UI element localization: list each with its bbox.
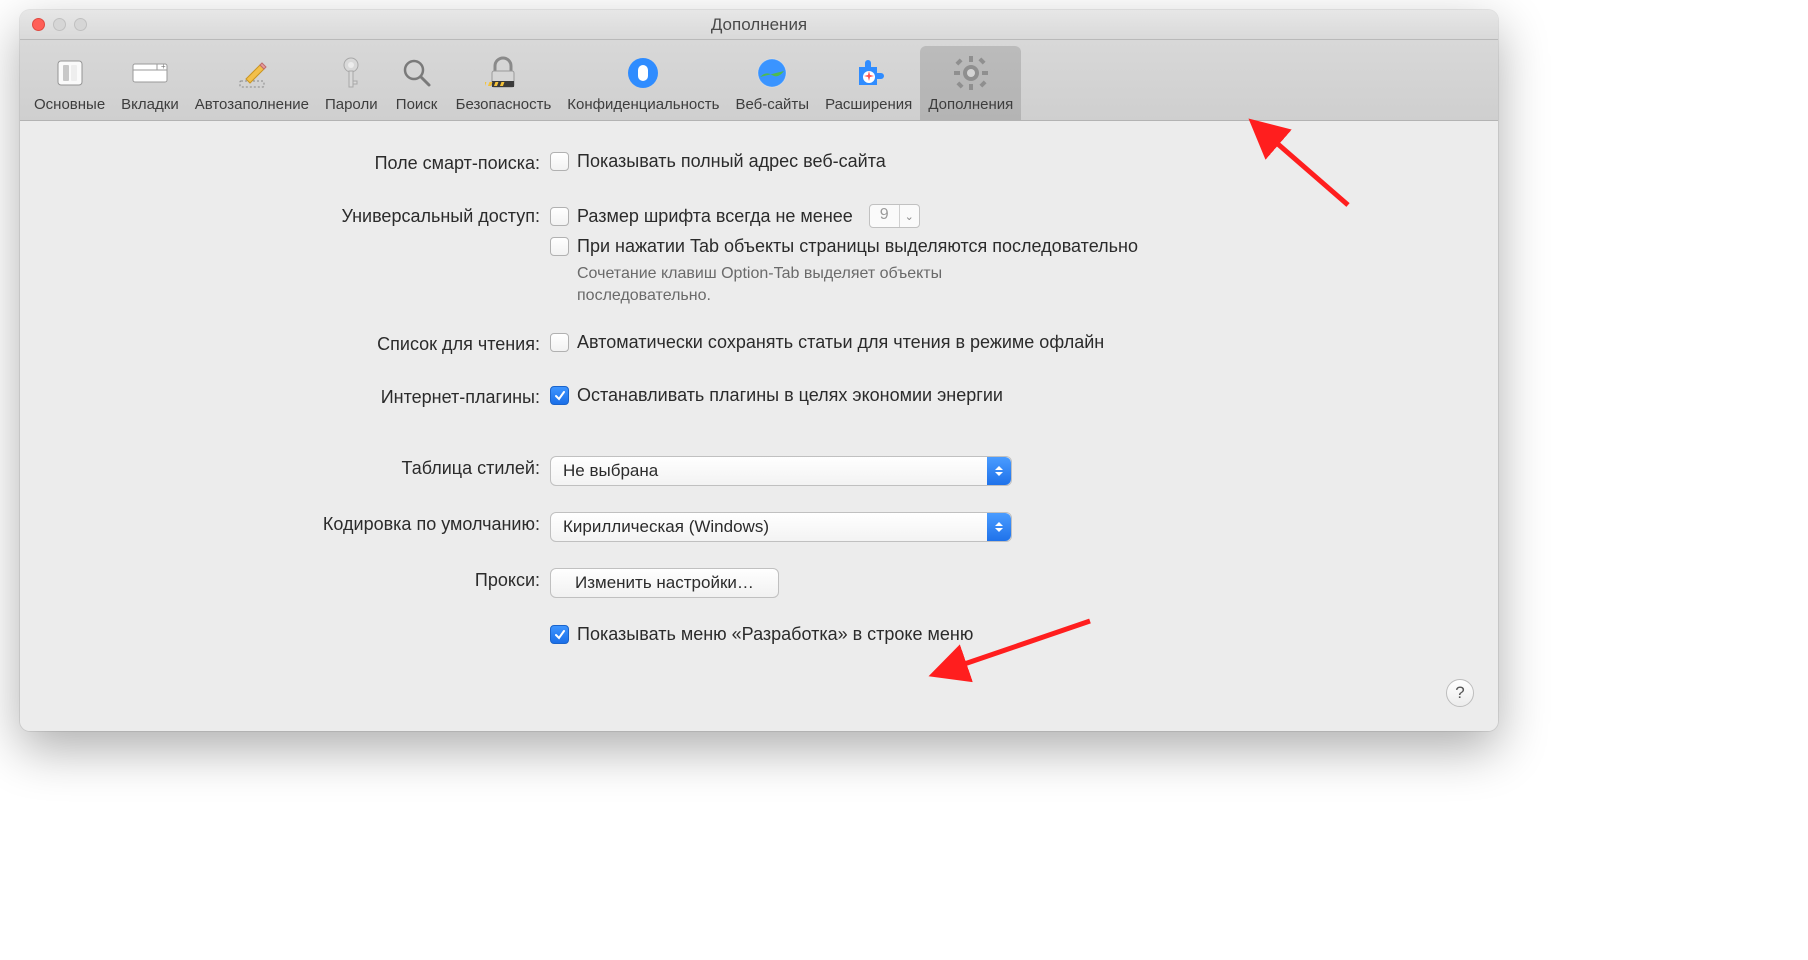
stop-plugins-label: Останавливать плагины в целях экономии э… [577,385,1003,406]
tab-tabs[interactable]: + Вкладки [113,46,187,120]
change-proxy-settings-button[interactable]: Изменить настройки… [550,568,779,598]
advanced-pane: Поле смарт-поиска: Показывать полный адр… [20,121,1498,731]
tab-websites[interactable]: Веб-сайты [727,46,817,120]
tab-advanced[interactable]: Дополнения [920,46,1021,120]
preferences-toolbar: Основные + Вкладки Автозаполнение Пароли [20,40,1498,121]
show-develop-menu-checkbox[interactable] [550,625,569,644]
tab-extensions[interactable]: Расширения [817,46,920,120]
auto-save-offline-label: Автоматически сохранять статьи для чтени… [577,332,1104,353]
encoding-select[interactable]: Кириллическая (Windows) [550,512,1012,542]
titlebar: Дополнения [20,10,1498,40]
tab-label: Вкладки [121,96,179,113]
tab-label: Пароли [325,96,378,113]
window-title: Дополнения [20,15,1498,35]
encoding-label: Кодировка по умолчанию: [60,512,550,535]
tab-label: Конфиденциальность [567,96,719,113]
tab-label: Безопасность [456,96,552,113]
tab-label: Дополнения [928,96,1013,113]
encoding-value: Кириллическая (Windows) [563,517,769,537]
close-window-button[interactable] [32,18,45,31]
stepper-button[interactable]: ⌄ [899,205,919,227]
stylesheet-label: Таблица стилей: [60,456,550,479]
show-full-url-label: Показывать полный адрес веб-сайта [577,151,886,172]
extensions-icon [846,50,892,96]
tab-passwords[interactable]: Пароли [317,46,386,120]
plugins-label: Интернет-плагины: [60,385,550,408]
gear-icon [948,50,994,96]
tab-label: Поиск [396,96,438,113]
svg-text:+: + [161,62,166,71]
select-handle-icon [987,513,1011,541]
show-develop-menu-label: Показывать меню «Разработка» в строке ме… [577,624,973,645]
min-font-size-stepper[interactable]: 9 ⌄ [869,204,920,228]
globe-icon [749,50,795,96]
tab-label: Веб-сайты [735,96,809,113]
button-label: Изменить настройки… [575,573,754,593]
zoom-window-button[interactable] [74,18,87,31]
minimize-window-button[interactable] [53,18,66,31]
key-icon [328,50,374,96]
tab-privacy[interactable]: Конфиденциальность [559,46,727,120]
select-handle-icon [987,457,1011,485]
help-button[interactable]: ? [1446,679,1474,707]
stylesheet-select[interactable]: Не выбрана [550,456,1012,486]
general-icon [47,50,93,96]
help-icon: ? [1455,683,1464,703]
tab-label: Основные [34,96,105,113]
tab-label: Автозаполнение [195,96,309,113]
auto-save-offline-checkbox[interactable] [550,333,569,352]
min-font-size-value: 9 [870,205,899,227]
tab-search[interactable]: Поиск [386,46,448,120]
tab-label: Расширения [825,96,912,113]
lock-icon [480,50,526,96]
reading-list-label: Список для чтения: [60,332,550,355]
tab-autofill[interactable]: Автозаполнение [187,46,317,120]
window-controls [20,18,87,31]
tabs-icon: + [127,50,173,96]
stop-plugins-checkbox[interactable] [550,386,569,405]
proxy-label: Прокси: [60,568,550,591]
privacy-icon [620,50,666,96]
show-full-url-checkbox[interactable] [550,152,569,171]
tab-general[interactable]: Основные [26,46,113,120]
autofill-icon [229,50,275,96]
min-font-label: Размер шрифта всегда не менее [577,206,853,227]
tab-highlight-hint: Сочетание клавиш Option-Tab выделяет объ… [577,263,1057,306]
smart-search-label: Поле смарт-поиска: [60,151,550,174]
search-icon [394,50,440,96]
min-font-checkbox[interactable] [550,207,569,226]
stylesheet-value: Не выбрана [563,461,658,481]
accessibility-label: Универсальный доступ: [60,204,550,227]
tab-security[interactable]: Безопасность [448,46,560,120]
tab-highlight-label: При нажатии Tab объекты страницы выделяю… [577,236,1138,257]
tab-highlight-checkbox[interactable] [550,237,569,256]
preferences-window: Дополнения Основные + Вкладки Автозаполн… [20,10,1498,731]
